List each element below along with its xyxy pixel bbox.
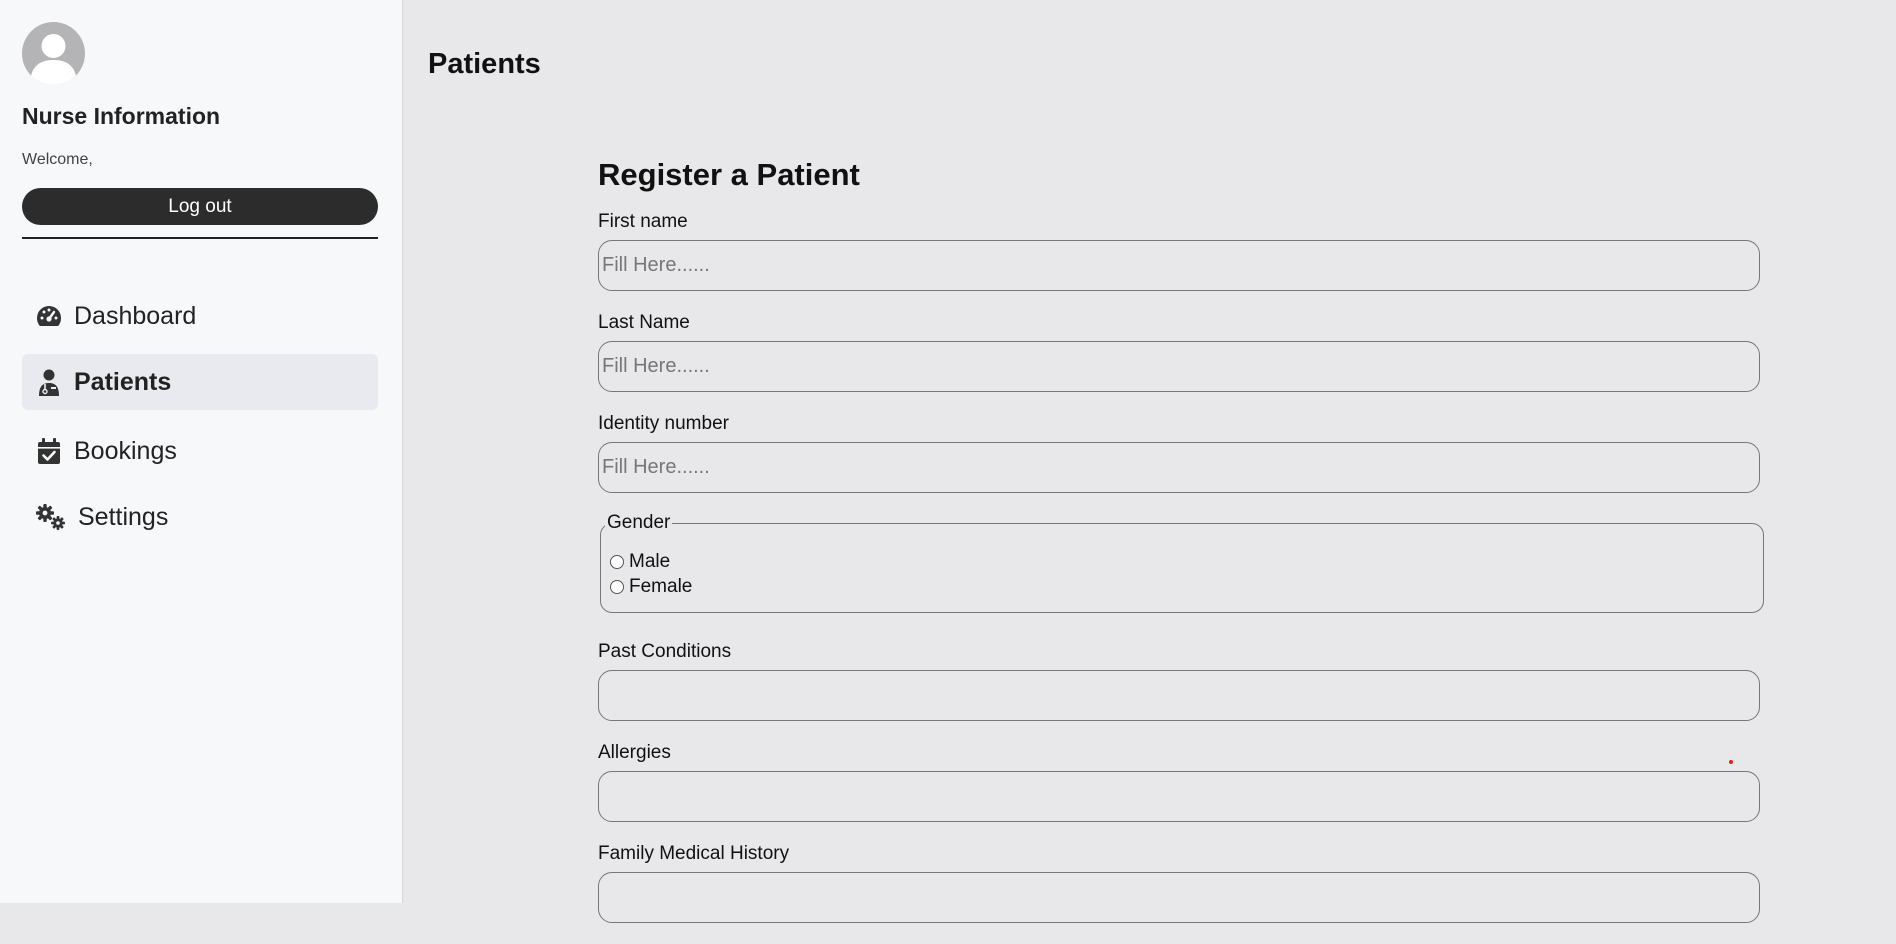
avatar xyxy=(22,22,85,85)
gears-icon xyxy=(34,502,68,532)
gender-fieldset: Gender Male Female xyxy=(600,512,1764,613)
gender-option-female[interactable]: Female xyxy=(610,576,692,598)
male-radio[interactable] xyxy=(610,555,624,569)
sidebar-title: Nurse Information xyxy=(22,103,221,129)
nav-item-bookings[interactable]: Bookings xyxy=(22,423,378,479)
allergies-input[interactable] xyxy=(598,771,1760,822)
sidebar: Nurse Information Welcome, Log out Dashb… xyxy=(0,0,403,903)
male-label: Male xyxy=(629,551,671,572)
register-patient-form: Register a Patient First name Last Name … xyxy=(598,157,1764,944)
gender-option-male[interactable]: Male xyxy=(610,551,670,573)
sidebar-divider xyxy=(22,237,378,239)
last-name-input[interactable] xyxy=(598,341,1760,392)
user-doctor-icon xyxy=(34,367,64,397)
nav-label-patients: Patients xyxy=(74,367,172,396)
first-name-input[interactable] xyxy=(598,240,1760,291)
past-conditions-input[interactable] xyxy=(598,670,1760,721)
nav-item-patients[interactable]: Patients xyxy=(22,354,378,410)
family-medical-history-label: Family Medical History xyxy=(598,843,790,864)
nav-label-settings: Settings xyxy=(78,502,169,531)
past-conditions-label: Past Conditions xyxy=(598,641,732,662)
main-content: Patients Register a Patient First name L… xyxy=(404,0,1896,923)
allergies-label: Allergies xyxy=(598,742,671,763)
page-title: Patients xyxy=(428,48,541,80)
cursor-dot xyxy=(1729,760,1733,764)
gender-legend: Gender xyxy=(605,512,673,534)
identity-number-label: Identity number xyxy=(598,413,729,434)
first-name-label: First name xyxy=(598,211,688,232)
user-avatar-icon xyxy=(30,34,77,85)
logout-button[interactable]: Log out xyxy=(22,188,378,225)
welcome-text: Welcome, xyxy=(22,151,93,168)
form-title: Register a Patient xyxy=(598,157,860,192)
last-name-label: Last Name xyxy=(598,312,690,333)
nav-item-dashboard[interactable]: Dashboard xyxy=(22,288,378,344)
female-radio[interactable] xyxy=(610,580,624,594)
nav-item-settings[interactable]: Settings xyxy=(22,489,378,545)
identity-number-input[interactable] xyxy=(598,442,1760,493)
nav-label-dashboard: Dashboard xyxy=(74,301,197,330)
nav-label-bookings: Bookings xyxy=(74,436,177,465)
calendar-check-icon xyxy=(34,436,64,466)
family-medical-history-input[interactable] xyxy=(598,872,1760,923)
female-label: Female xyxy=(629,576,693,597)
gauge-icon xyxy=(34,301,64,331)
